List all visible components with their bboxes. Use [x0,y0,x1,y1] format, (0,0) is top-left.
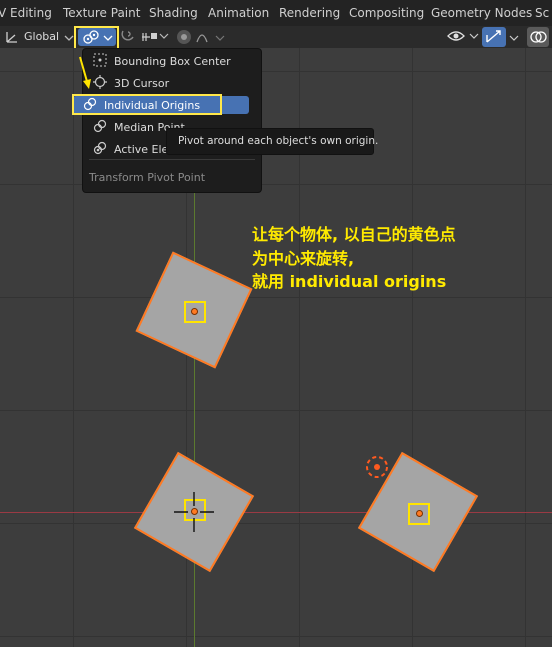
tab-geometry-nodes[interactable]: Geometry Nodes [431,6,532,20]
annotation-line-3: 就用 individual origins [252,272,447,291]
overlay-icon [530,31,547,43]
chevron-down-icon [64,35,74,41]
chevron-down-icon[interactable] [509,33,519,43]
tab-animation[interactable]: Animation [208,6,269,20]
object-origin-dot [191,308,198,315]
tab-compositing[interactable]: Compositing [349,6,424,20]
magnet-icon[interactable] [119,28,137,46]
annotation-line-2: 为中心来旋转, [252,249,355,268]
tooltip-text: Pivot around each object's own origin. [178,135,379,147]
menu-item-bounding-box-center[interactable]: Bounding Box Center [93,52,259,70]
tab-scripting[interactable]: Sc [535,6,549,20]
callout-arrow-icon [79,56,91,89]
menu-separator [89,159,255,160]
orientation-label: Global [24,30,60,43]
overlay-toggle-button[interactable] [527,27,549,47]
cursor-crosshair-icon [174,492,214,532]
x-axis-line [0,512,552,513]
annotation-line-1: 让每个物体, 以自己的黄色点 [252,225,456,244]
gizmo-toggle-button[interactable] [482,27,506,47]
tab-shading[interactable]: Shading [149,6,198,20]
object-origin-dot [416,510,423,517]
transform-orientation-icon [6,32,17,43]
gizmo-icon [486,30,501,43]
visibility-eye-icon[interactable] [446,27,482,47]
median-point-icon [93,119,107,133]
pivot-point-menu: Bounding Box Center 3D Cursor Individual… [73,48,262,193]
menu-item-3d-cursor[interactable]: 3D Cursor [93,74,259,92]
tab-uv-editing[interactable]: V Editing [0,6,52,20]
transform-orientation-dropdown[interactable]: Global [2,28,74,46]
proportional-edit-icon[interactable] [175,28,215,46]
tooltip: Pivot around each object's own origin. [166,128,378,155]
tab-texture-paint[interactable]: Texture Paint [63,6,140,20]
chevron-down-icon[interactable] [215,33,225,43]
menu-footer-title: Transform Pivot Point [89,171,206,184]
tab-rendering[interactable]: Rendering [279,6,340,20]
snap-target-dropdown[interactable] [140,28,170,46]
3d-cursor-icon [366,456,388,478]
menu-item-callout-box [72,94,222,115]
workspace-tab-bar: V Editing Texture Paint Shading Animatio… [0,0,552,26]
active-element-icon [93,141,107,155]
